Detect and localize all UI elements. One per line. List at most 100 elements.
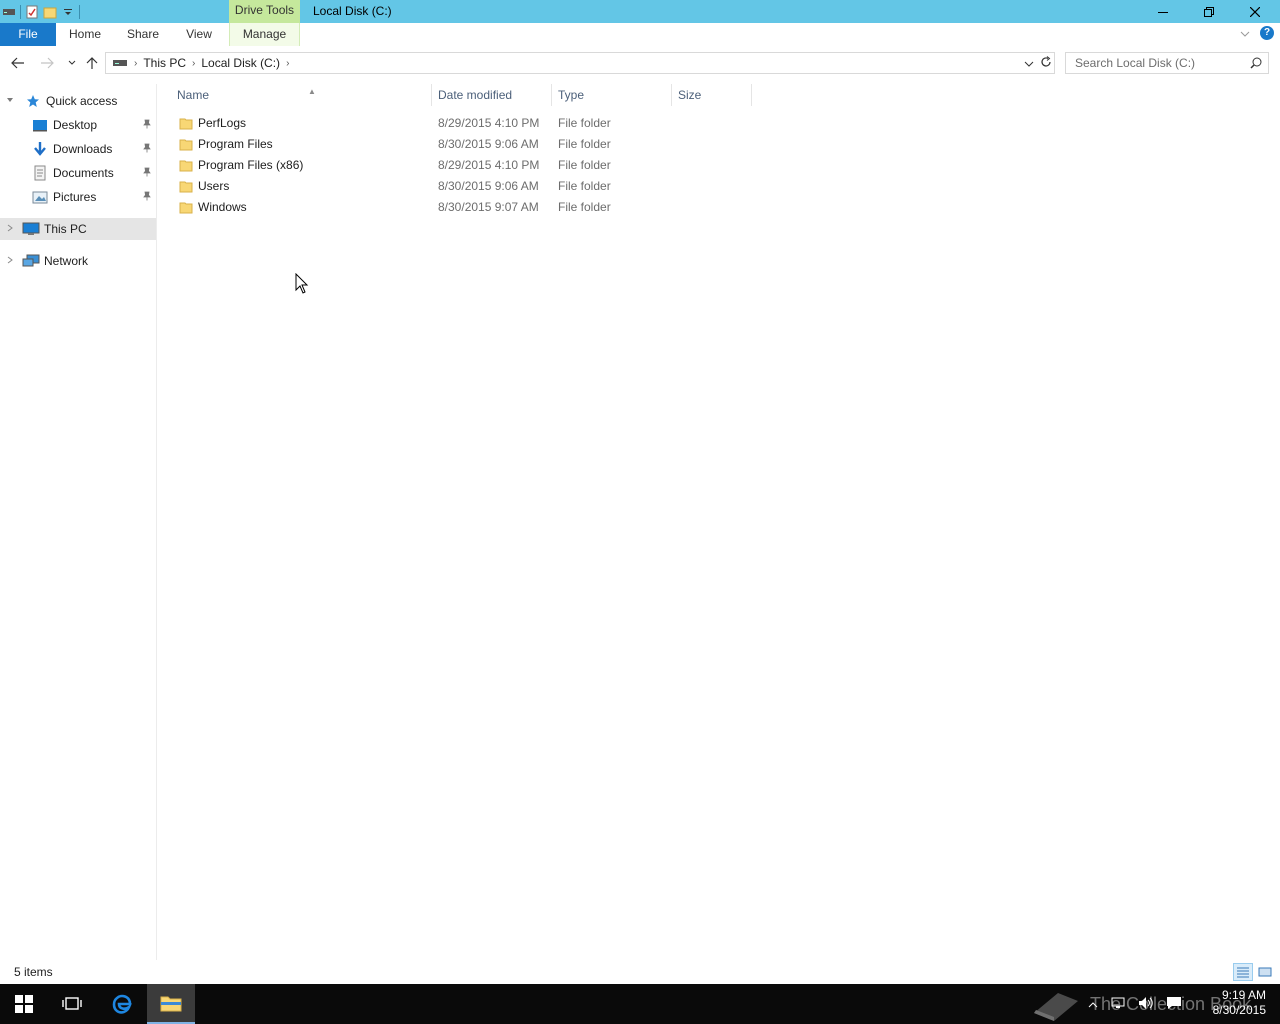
pin-icon[interactable] [142, 166, 152, 180]
tab-manage[interactable]: Manage [229, 23, 300, 46]
table-row[interactable]: Users 8/30/2015 9:06 AM File folder [159, 176, 751, 197]
breadcrumb-local-disk[interactable]: Local Disk (C:) [201, 56, 280, 70]
folder-icon [179, 139, 193, 151]
show-hidden-icons-button[interactable] [1088, 997, 1098, 1011]
nav-downloads[interactable]: Downloads [0, 138, 156, 160]
tab-share[interactable]: Share [120, 23, 166, 46]
expand-ribbon-icon[interactable] [1240, 26, 1250, 40]
column-header-type[interactable]: Type [552, 84, 672, 106]
file-date: 8/30/2015 9:07 AM [438, 200, 539, 214]
properties-icon[interactable] [23, 3, 41, 21]
nav-this-pc[interactable]: This PC [0, 218, 156, 240]
nav-desktop[interactable]: Desktop [0, 114, 156, 136]
back-arrow-icon [11, 57, 24, 69]
pin-icon[interactable] [142, 118, 152, 132]
refresh-icon [1041, 55, 1051, 67]
nav-label: Network [44, 254, 89, 268]
expand-icon[interactable] [6, 224, 14, 234]
close-icon [1250, 6, 1260, 17]
column-header-date[interactable]: Date modified [432, 84, 552, 106]
nav-label: This PC [44, 222, 87, 236]
network-tray-icon[interactable] [1110, 996, 1126, 1013]
file-type: File folder [558, 137, 611, 151]
address-controls [1024, 53, 1052, 73]
pin-icon[interactable] [142, 190, 152, 204]
download-icon [31, 141, 49, 157]
table-row[interactable]: PerfLogs 8/29/2015 4:10 PM File folder [159, 113, 751, 134]
close-button[interactable] [1232, 0, 1278, 23]
nav-documents[interactable]: Documents [0, 162, 156, 184]
file-name: PerfLogs [198, 116, 247, 130]
file-date: 8/30/2015 9:06 AM [438, 137, 539, 151]
column-header-name[interactable]: ▲ Name [171, 84, 432, 106]
nav-network[interactable]: Network [0, 250, 156, 272]
pin-icon[interactable] [142, 142, 152, 156]
edge-icon [112, 994, 132, 1014]
clock[interactable]: 9:19 AM 8/30/2015 [1213, 988, 1266, 1018]
forward-arrow-icon [41, 57, 54, 69]
file-date: 8/30/2015 9:06 AM [438, 179, 539, 193]
chevron-up-icon [1088, 1002, 1098, 1008]
up-button[interactable] [82, 53, 102, 73]
action-center-icon[interactable] [1166, 996, 1182, 1013]
nav-pictures[interactable]: Pictures [0, 186, 156, 208]
breadcrumb-this-pc[interactable]: This PC [143, 56, 186, 70]
file-explorer-taskbar-button[interactable] [147, 984, 195, 1024]
table-row[interactable]: Program Files (x86) 8/29/2015 4:10 PM Fi… [159, 155, 751, 176]
refresh-button[interactable] [1040, 55, 1052, 71]
column-header-size[interactable]: Size [672, 84, 752, 106]
breadcrumb-separator[interactable]: › [192, 58, 195, 69]
windows-logo-icon [15, 995, 33, 1013]
status-bar: 5 items [0, 960, 1280, 984]
address-bar[interactable]: › This PC › Local Disk (C:) › [105, 52, 1055, 74]
table-row[interactable]: Windows 8/30/2015 9:07 AM File folder [159, 197, 751, 218]
documents-icon [31, 165, 49, 181]
tab-view[interactable]: View [178, 23, 220, 46]
search-input[interactable]: Search Local Disk (C:) [1065, 52, 1269, 74]
edge-browser-button[interactable] [98, 984, 146, 1024]
nav-label: Pictures [53, 190, 97, 204]
system-tray [1082, 984, 1188, 1024]
expand-icon[interactable] [6, 256, 14, 266]
task-view-button[interactable] [48, 984, 96, 1024]
details-view-button[interactable] [1233, 963, 1253, 981]
drive-icon[interactable] [0, 3, 18, 21]
collapse-icon[interactable] [6, 96, 14, 106]
table-row[interactable]: Program Files 8/30/2015 9:06 AM File fol… [159, 134, 751, 155]
task-view-icon [62, 997, 82, 1010]
navigation-pane: Quick access Desktop Downloads Documents [0, 84, 157, 960]
recent-locations-button[interactable] [62, 53, 82, 73]
mouse-cursor-icon [295, 273, 309, 294]
drive-tools-context-label: Drive Tools [229, 0, 300, 23]
customize-toolbar-icon[interactable] [59, 3, 77, 21]
column-label: Name [177, 88, 210, 102]
breadcrumb-separator[interactable]: › [134, 58, 137, 69]
help-icon[interactable]: ? [1260, 26, 1274, 40]
up-arrow-icon [86, 57, 98, 69]
network-icon [22, 253, 40, 269]
minimize-button[interactable] [1140, 0, 1186, 23]
file-type: File folder [558, 179, 611, 193]
file-date: 8/29/2015 4:10 PM [438, 116, 540, 130]
restore-button[interactable] [1186, 0, 1232, 23]
nav-label: Downloads [53, 142, 113, 156]
new-folder-icon[interactable] [41, 3, 59, 21]
volume-icon[interactable] [1138, 996, 1154, 1013]
file-name: Program Files [198, 137, 273, 151]
divider [79, 4, 80, 19]
star-icon [24, 93, 42, 109]
breadcrumb-separator[interactable]: › [286, 58, 289, 69]
forward-button[interactable] [37, 53, 57, 73]
tab-home[interactable]: Home [62, 23, 108, 46]
file-list: ▲ Name Date modified Type Size PerfLogs … [159, 84, 1280, 960]
tab-file[interactable]: File [0, 23, 56, 46]
start-button[interactable] [0, 984, 48, 1024]
nav-quick-access[interactable]: Quick access [0, 90, 156, 112]
back-button[interactable] [8, 53, 28, 73]
file-type: File folder [558, 116, 611, 130]
file-type: File folder [558, 200, 611, 214]
sort-ascending-icon: ▲ [308, 87, 316, 96]
large-icons-view-button[interactable] [1255, 963, 1275, 981]
address-history-button[interactable] [1024, 56, 1034, 70]
ribbon-tabs: File Home Share View Manage ? [0, 23, 1280, 46]
